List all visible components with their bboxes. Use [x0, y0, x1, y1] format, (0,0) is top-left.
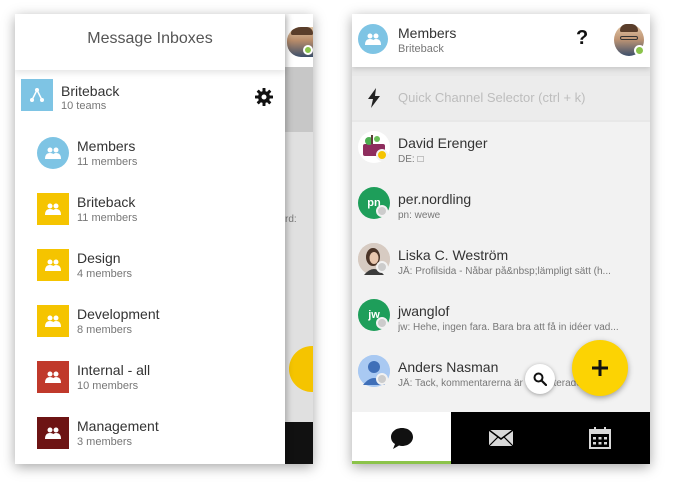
add-button[interactable]	[572, 340, 628, 396]
search-icon	[533, 372, 547, 386]
inbox-member-count: 4 members	[77, 268, 133, 280]
channel-organization: Briteback	[398, 43, 444, 55]
group-icon	[37, 417, 69, 449]
tab-chat[interactable]	[352, 412, 452, 464]
group-icon	[37, 137, 69, 169]
inbox-member-count: 8 members	[77, 324, 133, 336]
right-phone-screen: Members Briteback ? Quick Channel Select…	[352, 14, 650, 464]
message-preview: jw: Hehe, ingen fara. Bara bra att få in…	[398, 322, 619, 333]
background-app: rd:	[285, 14, 313, 464]
background-online-status-dot	[303, 45, 313, 55]
status-dot	[376, 261, 388, 273]
tab-calendar[interactable]	[551, 412, 650, 464]
inbox-member-count: 11 members	[77, 212, 138, 224]
inbox-member-count: 3 members	[77, 436, 133, 448]
inbox-name: Internal - all	[77, 362, 151, 378]
bottom-navigation	[352, 412, 650, 464]
conversation-item[interactable]: jw jwanglof jw: Hehe, ingen fara. Bara b…	[352, 290, 650, 346]
group-icon	[37, 249, 69, 281]
inbox-name: Briteback	[77, 194, 136, 210]
conversation-item[interactable]: Liska C. Weström JÅ: Profilsida - Nåbar …	[352, 234, 650, 290]
inbox-item-development[interactable]: Development 8 members	[15, 299, 285, 343]
inbox-item-briteback[interactable]: Briteback 11 members	[15, 187, 285, 231]
network-icon	[21, 79, 53, 111]
inbox-name: Members	[77, 138, 136, 154]
status-dot	[376, 149, 388, 161]
inbox-member-count: 11 members	[77, 156, 138, 168]
background-text-fragment: rd:	[285, 214, 297, 225]
help-button[interactable]: ?	[576, 27, 588, 50]
background-quick-selector	[285, 67, 313, 132]
inbox-item-members[interactable]: Members 11 members	[15, 131, 285, 175]
inbox-name: Development	[77, 306, 160, 322]
inbox-item-management[interactable]: Management 3 members	[15, 411, 285, 455]
group-icon	[358, 24, 388, 54]
contact-name: jwanglof	[398, 303, 450, 319]
contact-name: David Erenger	[398, 135, 488, 151]
inbox-item-internal-all[interactable]: Internal - all 10 members	[15, 355, 285, 399]
background-header	[285, 14, 313, 67]
quick-channel-selector[interactable]: Quick Channel Selector (ctrl + k)	[352, 76, 650, 120]
message-preview: DE: □	[398, 154, 424, 165]
conversation-item[interactable]: David Erenger DE: □	[352, 122, 650, 178]
channel-header: Members Briteback ?	[352, 14, 650, 67]
gear-icon[interactable]	[254, 87, 274, 107]
drawer-title: Message Inboxes	[15, 14, 285, 70]
status-dot	[376, 373, 388, 385]
user-avatar[interactable]	[614, 24, 645, 56]
contact-name: Liska C. Weström	[398, 247, 509, 263]
inbox-name: Management	[77, 418, 159, 434]
message-preview: pn: wewe	[398, 210, 441, 221]
status-dot	[376, 317, 388, 329]
inbox-drawer: Message Inboxes Briteback 10 teams Membe…	[15, 14, 285, 464]
channel-title[interactable]: Members	[398, 25, 456, 41]
organization-name: Briteback	[61, 83, 120, 99]
group-icon	[37, 193, 69, 225]
left-phone-screen: rd: Message Inboxes Briteback 10 teams M…	[15, 14, 313, 464]
plus-icon	[592, 360, 608, 376]
inbox-member-count: 10 members	[77, 380, 139, 392]
calendar-icon	[589, 427, 612, 449]
search-button[interactable]	[525, 364, 555, 394]
group-icon	[37, 305, 69, 337]
background-bottom-nav	[285, 422, 313, 464]
inbox-name: Design	[77, 250, 121, 266]
conversation-item[interactable]: pn per.nordling pn: wewe	[352, 178, 650, 234]
status-dot	[376, 205, 388, 217]
organization-row[interactable]: Briteback 10 teams	[15, 79, 285, 115]
organization-team-count: 10 teams	[61, 100, 107, 112]
lightning-icon	[368, 88, 380, 108]
mail-icon	[488, 429, 514, 447]
online-status-dot	[634, 45, 645, 56]
background-user-avatar	[287, 27, 313, 57]
group-icon	[37, 361, 69, 393]
chat-icon	[390, 428, 413, 449]
message-preview: JÅ: Profilsida - Nåbar på&nbsp;lämpligt …	[398, 266, 611, 277]
quick-channel-placeholder: Quick Channel Selector (ctrl + k)	[398, 90, 586, 105]
contact-name: per.nordling	[398, 191, 472, 207]
tab-mail[interactable]	[451, 412, 550, 464]
inbox-item-design[interactable]: Design 4 members	[15, 243, 285, 287]
contact-name: Anders Nasman	[398, 359, 499, 375]
